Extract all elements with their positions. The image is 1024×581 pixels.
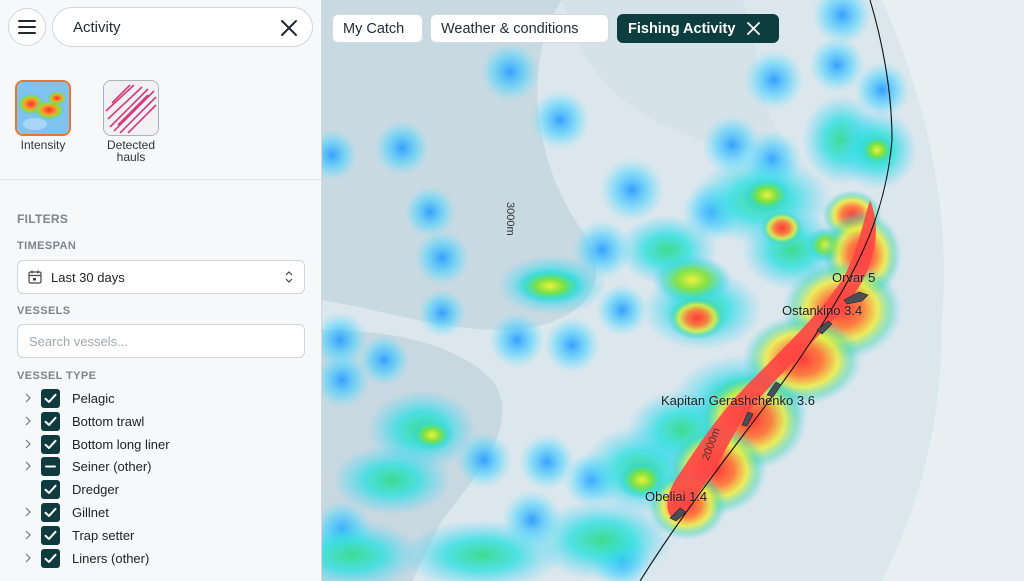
layer-intensity-label: Intensity <box>20 138 66 152</box>
vessel-type-item[interactable]: Dredger <box>20 479 310 502</box>
contour-label-3000: 3000m <box>504 202 516 236</box>
menu-button[interactable] <box>8 8 46 46</box>
chevron-right-icon[interactable] <box>24 530 32 540</box>
filters-title: FILTERS <box>17 212 69 226</box>
vessel-search-input[interactable] <box>18 325 304 357</box>
vessel-type-item[interactable]: Seiner (other) <box>20 456 310 479</box>
map[interactable]: 3000m 2000m Orvar 5 Ostankino 3.4 Kapita… <box>322 0 1024 581</box>
chip-my-catch[interactable]: My Catch <box>332 14 423 43</box>
vessel-type-title: VESSEL TYPE <box>17 370 97 382</box>
layer-hauls-label: Detected hauls <box>95 139 167 163</box>
vessel-type-label: Bottom trawl <box>72 413 145 429</box>
vessel-type-item[interactable]: Bottom trawl <box>20 411 310 434</box>
layer-intensity[interactable]: Intensity <box>7 80 79 151</box>
chip-weather-label: Weather & conditions <box>441 20 579 37</box>
chevron-right-icon[interactable] <box>24 461 32 471</box>
chevron-right-icon[interactable] <box>24 393 32 403</box>
search-input[interactable]: Activity <box>52 7 313 47</box>
checkbox-checked[interactable] <box>41 389 60 408</box>
top-bar: Activity <box>8 7 313 47</box>
layer-detected-hauls[interactable]: Detected hauls <box>95 80 167 163</box>
vessel-label-kapitan[interactable]: Kapitan Gerashchenko 3.6 <box>661 393 815 408</box>
vessel-type-item[interactable]: Liners (other) <box>20 548 310 571</box>
chip-fishing-activity-label: Fishing Activity <box>628 20 736 37</box>
vessel-type-item[interactable]: Trap setter <box>20 525 310 548</box>
vessel-type-label: Liners (other) <box>72 550 150 566</box>
close-icon[interactable] <box>747 22 761 35</box>
vessel-type-label: Bottom long liner <box>72 436 170 452</box>
chevron-right-icon[interactable] <box>24 507 32 517</box>
vessel-type-item[interactable]: Bottom long liner <box>20 434 310 457</box>
checkbox-checked[interactable] <box>41 502 60 522</box>
hamburger-icon <box>18 20 36 34</box>
timespan-title: TIMESPAN <box>17 240 77 252</box>
hauls-label-line2: hauls <box>116 150 146 164</box>
hauls-thumbnail <box>103 80 159 136</box>
layer-picker: Intensity Detected hauls <box>0 80 321 180</box>
checkbox-checked[interactable] <box>41 548 60 568</box>
checkbox-checked[interactable] <box>41 411 60 431</box>
vessels-title: VESSELS <box>17 305 71 317</box>
chevron-up-down-icon <box>285 271 293 283</box>
chip-weather[interactable]: Weather & conditions <box>430 14 609 43</box>
vessel-label-obeliai[interactable]: Obeliai 1.4 <box>645 489 707 504</box>
vessel-label-ostankino[interactable]: Ostankino 3.4 <box>782 303 862 318</box>
sidebar: Activity Intensity Detected hauls FILTER… <box>0 0 322 581</box>
chip-fishing-activity[interactable]: Fishing Activity <box>617 14 779 43</box>
vessel-type-label: Dredger <box>72 482 119 498</box>
close-icon[interactable] <box>278 17 300 39</box>
chevron-right-icon[interactable] <box>24 553 32 563</box>
timespan-value: Last 30 days <box>51 270 125 285</box>
calendar-icon <box>28 270 42 284</box>
vessel-type-item[interactable]: Pelagic <box>20 388 310 411</box>
checkbox-checked[interactable] <box>41 434 60 454</box>
chevron-right-icon[interactable] <box>24 439 32 449</box>
vessel-label-orvar[interactable]: Orvar 5 <box>832 270 875 285</box>
chip-my-catch-label: My Catch <box>343 20 405 37</box>
chevron-right-icon[interactable] <box>24 416 32 426</box>
checkbox-checked[interactable] <box>41 525 60 545</box>
vessel-type-label: Pelagic <box>72 391 115 406</box>
vessel-type-list: Pelagic Bottom trawl Bottom long liner Sein… <box>20 388 310 570</box>
search-value: Activity <box>73 19 121 36</box>
checkbox-checked[interactable] <box>41 480 60 500</box>
vessel-type-item[interactable]: Gillnet <box>20 502 310 525</box>
vessel-type-label: Gillnet <box>72 504 109 520</box>
vessel-type-label: Seiner (other) <box>72 459 152 475</box>
checkbox-indeterminate[interactable] <box>41 457 60 477</box>
timespan-select[interactable]: Last 30 days <box>17 260 305 294</box>
vessel-type-label: Trap setter <box>72 527 135 543</box>
intensity-thumbnail <box>15 80 71 136</box>
vessel-search-field[interactable] <box>17 324 305 358</box>
